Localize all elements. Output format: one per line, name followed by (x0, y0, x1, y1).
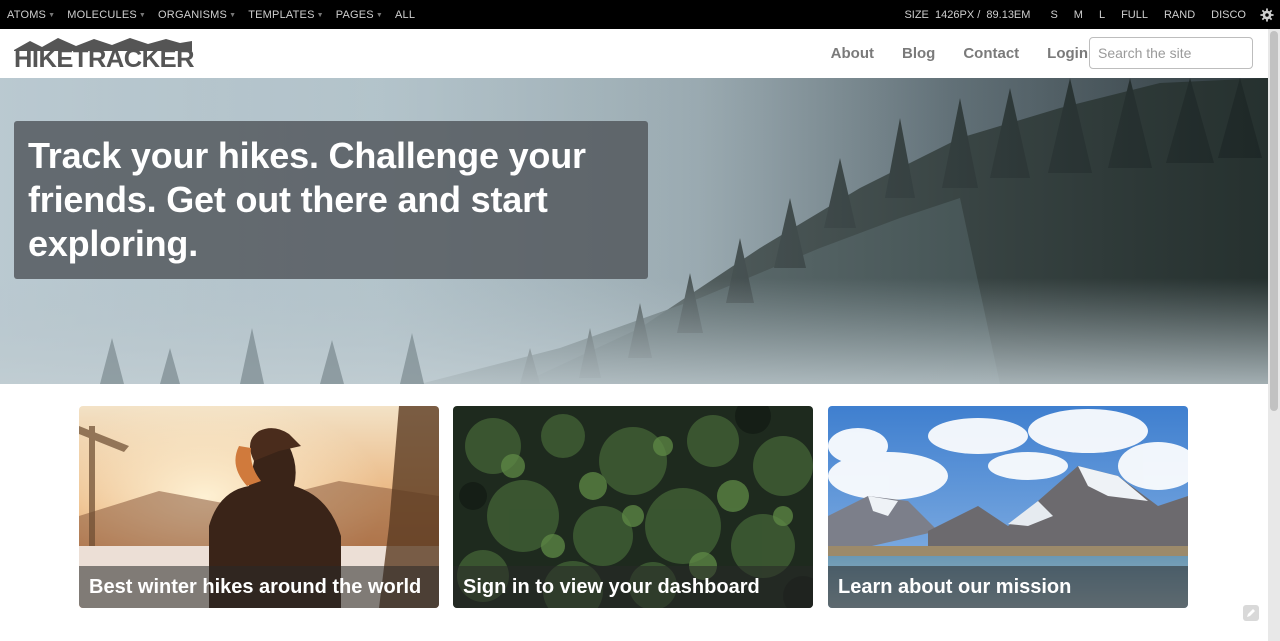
menu-molecules[interactable]: MOLECULES ▼ (67, 9, 146, 21)
gear-icon[interactable] (1260, 7, 1274, 22)
logo-text: HIKETRACKER (14, 45, 194, 73)
scrollbar-thumb[interactable] (1270, 31, 1278, 411)
nav-login[interactable]: Login (1047, 45, 1088, 62)
pattern-lab-toolbar: ATOMS ▼ MOLECULES ▼ ORGANISMS ▼ TEMPLATES ▼ … (0, 0, 1280, 29)
size-disco-button[interactable]: DISCO (1211, 9, 1246, 21)
size-label: SIZE (904, 8, 929, 21)
size-px[interactable]: 1426PX / (935, 9, 980, 21)
size-em[interactable]: 89.13EM (986, 9, 1030, 21)
size-m-button[interactable]: M (1074, 9, 1083, 21)
menu-label: ALL (394, 8, 416, 21)
pencil-icon[interactable] (1241, 603, 1261, 623)
menu-label: ORGANISMS (158, 8, 228, 21)
size-readout: SIZE 1426PX / 89.13EM (904, 9, 1030, 21)
card-mission[interactable]: Learn about our mission (828, 406, 1188, 608)
menu-organisms[interactable]: ORGANISMS ▼ (158, 9, 236, 21)
card-winter-hikes[interactable]: Best winter hikes around the world (79, 406, 439, 608)
menu-pages[interactable]: PAGES ▼ (336, 9, 383, 21)
menu-label: MOLECULES (67, 8, 137, 21)
hero-banner: Track your hikes. Challenge your friends… (0, 78, 1268, 384)
menu-atoms[interactable]: ATOMS ▼ (7, 9, 55, 21)
size-random-button[interactable]: RAND (1164, 9, 1195, 21)
site-header: HIKETRACKER About Blog Contact Login (0, 29, 1268, 78)
page-scrollbar[interactable] (1268, 29, 1280, 641)
size-l-button[interactable]: L (1099, 9, 1105, 21)
caret-down-icon: ▼ (229, 11, 237, 19)
hero-text-box: Track your hikes. Challenge your friends… (14, 121, 648, 279)
card-caption: Sign in to view your dashboard (453, 566, 813, 608)
menu-all[interactable]: ALL (395, 9, 415, 21)
nav-blog[interactable]: Blog (902, 45, 935, 62)
hero-title: Track your hikes. Challenge your friends… (28, 135, 586, 264)
size-full-button[interactable]: FULL (1121, 9, 1148, 21)
main-nav: About Blog Contact Login (803, 29, 1088, 78)
site-logo[interactable]: HIKETRACKER (14, 37, 194, 73)
caret-down-icon: ▼ (316, 11, 324, 19)
menu-label: TEMPLATES (248, 8, 315, 21)
menu-label: ATOMS (7, 8, 47, 21)
card-dashboard[interactable]: Sign in to view your dashboard (453, 406, 813, 608)
pattern-menu: ATOMS ▼ MOLECULES ▼ ORGANISMS ▼ TEMPLATES ▼ … (0, 9, 427, 21)
caret-down-icon: ▼ (138, 11, 147, 19)
nav-about[interactable]: About (831, 45, 874, 62)
caret-down-icon: ▼ (48, 11, 56, 19)
menu-templates[interactable]: TEMPLATES ▼ (248, 9, 324, 21)
viewport-controls: SIZE 1426PX / 89.13EM S M L FULL RAND DI… (904, 0, 1274, 29)
caret-down-icon: ▼ (375, 11, 383, 19)
size-s-button[interactable]: S (1050, 9, 1057, 21)
nav-contact[interactable]: Contact (963, 45, 1019, 62)
card-caption: Best winter hikes around the world (79, 566, 439, 608)
menu-label: PAGES (335, 8, 374, 21)
search-input[interactable] (1089, 37, 1253, 69)
card-caption: Learn about our mission (828, 566, 1188, 608)
